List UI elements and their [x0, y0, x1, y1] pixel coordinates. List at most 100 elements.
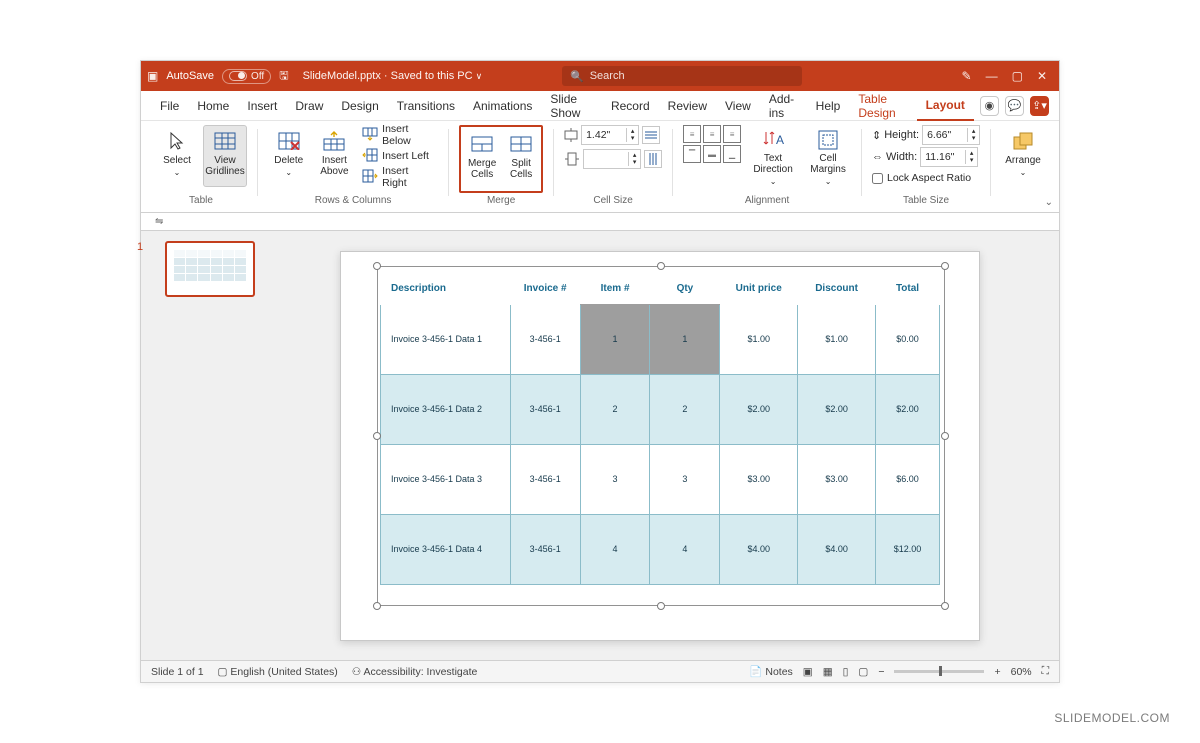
insert-left-button[interactable]: Insert Left	[359, 146, 438, 166]
table-width-input[interactable]: 11.16"▴▾	[920, 147, 978, 167]
tab-draw[interactable]: Draw	[286, 91, 332, 121]
text-direction-icon: A	[762, 130, 784, 150]
align-right-icon: ≡	[723, 125, 741, 143]
comments-button[interactable]: 💬	[1005, 96, 1024, 116]
autosave-label: AutoSave	[166, 70, 214, 82]
qat-customize-icon[interactable]: ⇋	[155, 216, 163, 227]
insert-below-button[interactable]: Insert Below	[359, 125, 438, 145]
status-bar: Slide 1 of 1 ▢ English (United States) ⚇…	[141, 660, 1059, 682]
watermark: SLIDEMODEL.COM	[1054, 711, 1170, 725]
view-normal-icon[interactable]: ▣	[803, 666, 813, 678]
tab-addins[interactable]: Add-ins	[760, 91, 807, 121]
insert-right-icon	[362, 169, 378, 185]
height-icon: ⇕	[872, 129, 881, 142]
slide-counter[interactable]: Slide 1 of 1	[151, 666, 204, 678]
insert-right-button[interactable]: Insert Right	[359, 167, 438, 187]
tab-layout[interactable]: Layout	[917, 91, 974, 121]
slide-canvas[interactable]: Description Invoice # Item # Qty Unit pr…	[261, 231, 1059, 660]
arrange-icon	[1012, 130, 1034, 152]
zoom-in-button[interactable]: +	[994, 666, 1000, 678]
row-height-icon	[564, 127, 578, 143]
select-button[interactable]: Select⌄	[155, 125, 199, 187]
tab-design[interactable]: Design	[332, 91, 387, 121]
zoom-slider[interactable]	[894, 670, 984, 673]
close-button[interactable]: ✕	[1037, 69, 1047, 83]
search-input[interactable]: 🔍 Search	[562, 66, 802, 86]
tab-transitions[interactable]: Transitions	[388, 91, 464, 121]
tab-file[interactable]: File	[151, 91, 188, 121]
tab-table-design[interactable]: Table Design	[849, 91, 916, 121]
insert-left-icon	[362, 148, 378, 164]
app-icon: ▣	[147, 69, 158, 83]
merge-cells-button[interactable]: Merge Cells	[462, 128, 502, 190]
ribbon-tabs: File Home Insert Draw Design Transitions…	[141, 91, 1059, 121]
view-gridlines-button[interactable]: View Gridlines	[203, 125, 247, 187]
thumb-number: 1	[137, 241, 143, 253]
maximize-button[interactable]: ▢	[1012, 69, 1023, 83]
view-slideshow-icon[interactable]: ▢	[858, 666, 868, 678]
tab-review[interactable]: Review	[659, 91, 716, 121]
search-icon: 🔍	[570, 70, 584, 83]
view-sorter-icon[interactable]: ▦	[823, 666, 833, 678]
align-bottom-icon: ▁	[723, 145, 741, 163]
tab-home[interactable]: Home	[188, 91, 238, 121]
tab-slideshow[interactable]: Slide Show	[541, 91, 602, 121]
col-width-icon	[564, 152, 580, 166]
collapse-ribbon-button[interactable]: ⌄	[1045, 197, 1053, 208]
lock-aspect-checkbox[interactable]: Lock Aspect Ratio	[872, 169, 980, 187]
arrange-button[interactable]: Arrange⌄	[1001, 125, 1045, 187]
merge-highlight: Merge Cells Split Cells	[459, 125, 543, 193]
text-direction-button[interactable]: A Text Direction⌄	[749, 125, 797, 187]
accessibility-button[interactable]: ⚇ Accessibility: Investigate	[352, 666, 478, 678]
slide: Description Invoice # Item # Qty Unit pr…	[340, 251, 980, 641]
insert-above-button[interactable]: Insert Above	[314, 125, 356, 187]
group-alignment: ≡≡≡ ▔▬▁ A Text Direction⌄ Cell Margins⌄ …	[677, 125, 857, 212]
split-cells-button[interactable]: Split Cells	[502, 128, 540, 190]
row-height-input[interactable]: 1.42"▴▾	[581, 125, 639, 145]
tab-help[interactable]: Help	[807, 91, 850, 121]
cursor-icon	[166, 130, 188, 152]
record-indicator-button[interactable]: ◉	[980, 96, 999, 116]
document-title[interactable]: SlideModel.pptx · Saved to this PC ∨	[303, 70, 483, 82]
insert-above-icon	[323, 130, 345, 152]
tab-insert[interactable]: Insert	[238, 91, 286, 121]
distribute-cols-icon[interactable]	[644, 150, 662, 168]
work-area: 1	[141, 231, 1059, 660]
alignment-grid[interactable]: ≡≡≡ ▔▬▁	[683, 125, 741, 163]
save-icon[interactable]: 🖫	[279, 67, 288, 86]
cell-margins-button[interactable]: Cell Margins⌄	[805, 125, 851, 187]
cell-margins-icon	[817, 130, 839, 150]
selection-frame[interactable]	[377, 266, 945, 606]
table-height-input[interactable]: 6.66"▴▾	[922, 125, 980, 145]
group-arrange: Arrange⌄	[995, 125, 1051, 212]
group-cell-size: 1.42"▴▾ ▴▾ Cell Size	[558, 125, 668, 212]
quick-access-row: ⇋	[141, 213, 1059, 231]
delete-button[interactable]: Delete⌄	[268, 125, 310, 187]
tab-animations[interactable]: Animations	[464, 91, 541, 121]
align-top-icon: ▔	[683, 145, 701, 163]
gridlines-icon	[214, 130, 236, 152]
ribbon: Select⌄ View Gridlines Table Delete⌄ Ins…	[141, 121, 1059, 213]
language-button[interactable]: ▢ English (United States)	[218, 666, 338, 678]
zoom-level[interactable]: 60%	[1011, 666, 1032, 678]
pen-icon[interactable]: ✎	[962, 69, 972, 83]
powerpoint-window: ▣ AutoSave Off 🖫 SlideModel.pptx · Saved…	[140, 60, 1060, 683]
insert-below-icon	[362, 127, 378, 143]
width-icon: ⇔	[872, 151, 883, 163]
tab-view[interactable]: View	[716, 91, 760, 121]
notes-button[interactable]: 📄 Notes	[749, 665, 792, 678]
autosave-toggle[interactable]: Off	[222, 69, 271, 84]
group-table-size: ⇕ Height: 6.66"▴▾ ⇔ Width: 11.16"▴▾ Lock…	[866, 125, 986, 212]
align-middle-icon: ▬	[703, 145, 721, 163]
slide-thumbnail-1[interactable]	[165, 241, 255, 297]
col-width-input[interactable]: ▴▾	[583, 149, 641, 169]
distribute-rows-icon[interactable]	[642, 126, 660, 144]
tab-record[interactable]: Record	[602, 91, 659, 121]
fit-to-window-icon[interactable]: ⛶	[1042, 665, 1049, 678]
minimize-button[interactable]: —	[986, 69, 998, 83]
delete-table-icon	[278, 130, 300, 152]
zoom-out-button[interactable]: −	[878, 666, 884, 678]
view-reading-icon[interactable]: ▯	[843, 666, 849, 678]
split-cells-icon	[510, 133, 532, 155]
share-button[interactable]: ⇪▾	[1030, 96, 1049, 116]
